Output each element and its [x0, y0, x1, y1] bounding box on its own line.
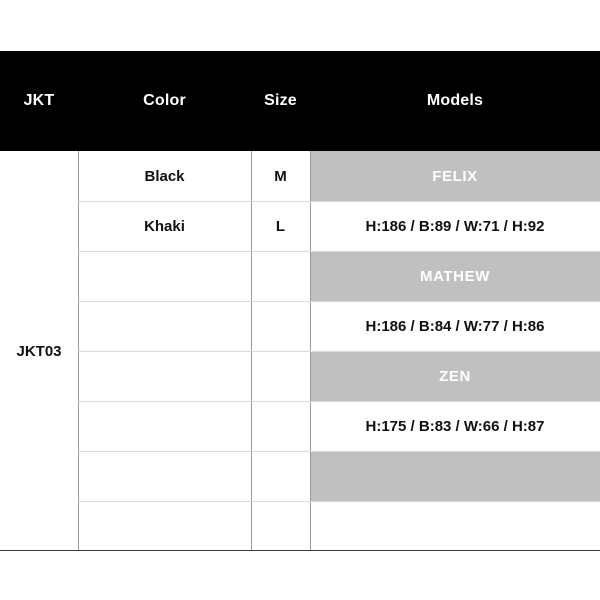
table-bottom-border — [0, 550, 600, 551]
cell-color — [78, 501, 251, 551]
table-row: H:186 / B:84 / W:77 / H:86 — [0, 301, 600, 351]
cell-model: ZEN — [310, 351, 600, 401]
cell-color: Khaki — [144, 217, 185, 235]
cell-model: FELIX — [310, 151, 600, 201]
table-body: Black M FELIX Khaki L H:186 / B:89 / W:7… — [0, 151, 600, 551]
cell-size — [251, 351, 310, 401]
cell-color — [78, 451, 251, 501]
cell-size — [251, 251, 310, 301]
cell-model: MATHEW — [310, 251, 600, 301]
row-divider — [78, 301, 600, 302]
cell-color — [78, 251, 251, 301]
row-divider — [78, 251, 600, 252]
cell-color — [78, 301, 251, 351]
cell-size: L — [275, 217, 286, 235]
table-row: ZEN — [0, 351, 600, 401]
table-row: Black M FELIX — [0, 151, 600, 201]
row-divider — [78, 451, 600, 452]
table-row: Khaki L H:186 / B:89 / W:71 / H:92 — [0, 201, 600, 251]
table-row: MATHEW — [0, 251, 600, 301]
cell-model: H:186 / B:84 / W:77 / H:86 — [310, 301, 600, 351]
cell-size — [251, 501, 310, 551]
column-header-jkt: JKT — [23, 92, 55, 109]
cell-size: M — [274, 167, 287, 185]
cell-size — [251, 401, 310, 451]
column-header-color: Color — [143, 92, 186, 109]
cell-size — [251, 451, 310, 501]
row-divider — [78, 501, 600, 502]
cell-product-code: JKT03 — [0, 151, 78, 551]
size-chart-sheet: JKT Color Size Models Black M FELIX Khak… — [0, 0, 600, 600]
table-row: H:175 / B:83 / W:66 / H:87 — [0, 401, 600, 451]
cell-color — [78, 401, 251, 451]
row-divider — [78, 201, 600, 202]
column-header-models: Models — [426, 92, 484, 109]
table-row — [0, 451, 600, 501]
cell-model — [310, 501, 600, 551]
cell-model: H:186 / B:89 / W:71 / H:92 — [310, 201, 600, 251]
cell-color — [78, 351, 251, 401]
cell-model: H:175 / B:83 / W:66 / H:87 — [310, 401, 600, 451]
row-divider — [78, 351, 600, 352]
row-divider — [78, 401, 600, 402]
cell-color: Black — [144, 167, 185, 185]
table-header-row: JKT Color Size Models — [0, 51, 600, 151]
column-header-size: Size — [264, 92, 297, 109]
table-row — [0, 501, 600, 551]
cell-model — [310, 451, 600, 501]
cell-size — [251, 301, 310, 351]
